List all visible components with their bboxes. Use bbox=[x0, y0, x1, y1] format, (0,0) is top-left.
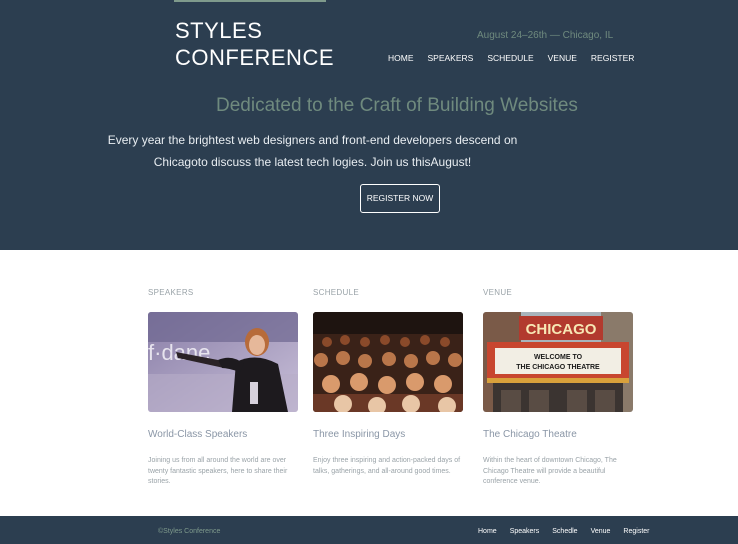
feature-title[interactable]: World-Class Speakers bbox=[148, 429, 298, 440]
footer-nav-speakers[interactable]: Speakers bbox=[510, 528, 540, 535]
site-logo[interactable]: STYLES CONFERENCE bbox=[175, 17, 334, 71]
feature-label: SCHEDULE bbox=[313, 288, 359, 297]
footer-nav-register[interactable]: Register bbox=[623, 528, 649, 535]
hero-description: Every year the brightest web designers a… bbox=[107, 133, 518, 169]
marquee-line-1: WELCOME TO bbox=[534, 354, 583, 361]
logo-line-2: CONFERENCE bbox=[175, 45, 335, 70]
nav-speakers[interactable]: SPEAKERS bbox=[428, 53, 474, 63]
audience-image bbox=[313, 312, 463, 412]
footer-nav-home[interactable]: Home bbox=[478, 528, 497, 535]
footer-nav-venue[interactable]: Venue bbox=[591, 528, 611, 535]
chicago-theatre-image: CHICAGO WELCOME TO THE CHICAGO THEATRE bbox=[483, 312, 633, 412]
nav-schedule[interactable]: SCHEDULE bbox=[487, 53, 533, 63]
nav-register[interactable]: REGISTER bbox=[591, 53, 634, 63]
chicago-sign: CHICAGO bbox=[526, 321, 597, 338]
feature-description: Within the heart of downtown Chicago, Th… bbox=[483, 457, 617, 485]
speakers-photo[interactable]: f·dane bbox=[148, 312, 298, 412]
primary-nav: HOME SPEAKERS SCHEDULE VENUE REGISTER bbox=[388, 53, 634, 63]
nav-home[interactable]: HOME bbox=[388, 53, 414, 63]
feature-title[interactable]: Three Inspiring Days bbox=[313, 429, 463, 440]
register-now-button[interactable]: REGISTER NOW bbox=[360, 184, 440, 213]
feature-label: SPEAKERS bbox=[148, 288, 194, 297]
hero-section: STYLES CONFERENCE August 24–26th — Chica… bbox=[0, 0, 738, 250]
footer-nav-schedule[interactable]: Schedle bbox=[552, 528, 577, 535]
feature-description: Enjoy three inspiring and action-packed … bbox=[313, 457, 461, 475]
venue-photo[interactable]: CHICAGO WELCOME TO THE CHICAGO THEATRE bbox=[483, 312, 633, 412]
feature-label: VENUE bbox=[483, 288, 513, 297]
site-footer: ©Styles Conference Home Speakers Schedle… bbox=[0, 516, 738, 544]
feature-venue: VENUE CHICAGO WELCOME TO THE CHICAGO THE… bbox=[483, 288, 633, 488]
feature-description: Joining us from all around the world are… bbox=[148, 457, 288, 485]
feature-title[interactable]: The Chicago Theatre bbox=[483, 429, 633, 440]
footer-nav: Home Speakers Schedle Venue Register bbox=[478, 528, 650, 535]
footer-copyright: ©Styles Conference bbox=[158, 528, 221, 535]
event-tagline: August 24–26th — Chicago, IL bbox=[477, 30, 614, 41]
feature-schedule: SCHEDULE Three Inspiring Days Enjoy thre… bbox=[313, 288, 463, 477]
logo-accent-bar bbox=[174, 0, 326, 2]
nav-venue[interactable]: VENUE bbox=[548, 53, 577, 63]
hero-title: Dedicated to the Craft of Building Websi… bbox=[216, 95, 578, 116]
schedule-photo[interactable] bbox=[313, 312, 463, 412]
feature-speakers: SPEAKERS f·dane World-Class Speakers Joi… bbox=[148, 288, 298, 488]
marquee-line-2: THE CHICAGO THEATRE bbox=[516, 364, 600, 371]
logo-line-1: STYLES bbox=[175, 18, 263, 43]
speaker-presenting-image: f·dane bbox=[148, 312, 298, 412]
